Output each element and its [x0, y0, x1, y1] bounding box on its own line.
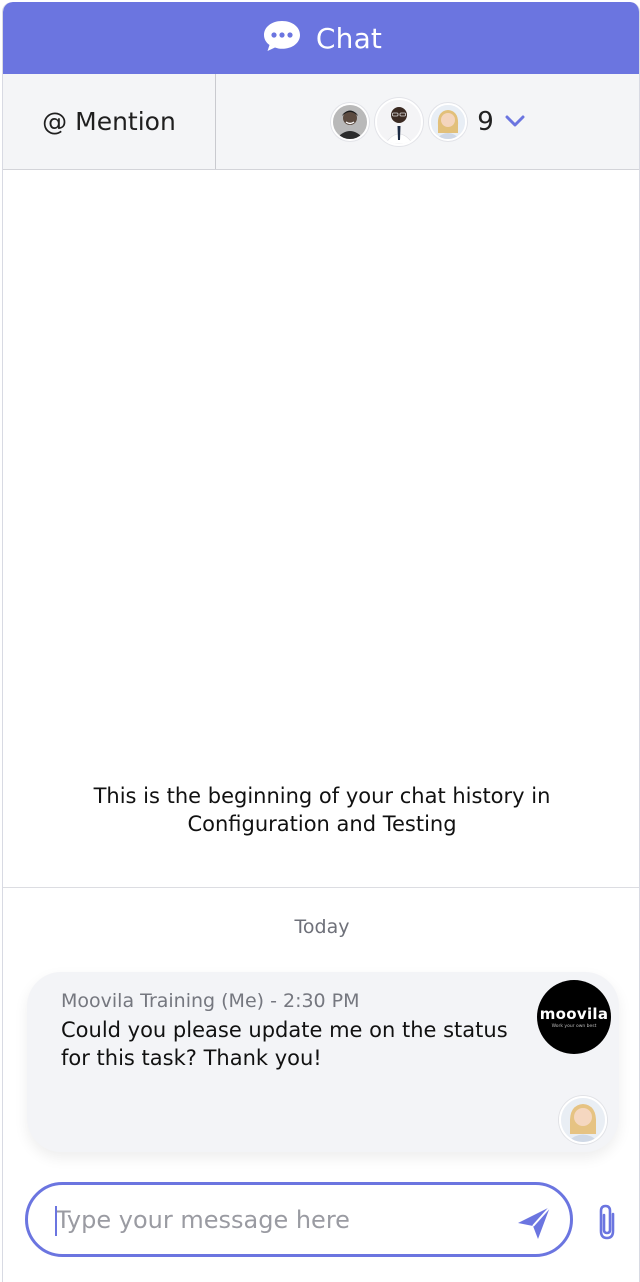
chevron-down-icon[interactable]: [504, 113, 526, 132]
chat-header: Chat: [3, 2, 639, 74]
participant-avatar: [429, 102, 468, 141]
message-meta: Moovila Training (Me) - 2:30 PM: [61, 990, 360, 1012]
message-composer: [25, 1182, 573, 1257]
paperclip-icon[interactable]: [593, 1202, 621, 1242]
send-icon[interactable]: [514, 1203, 554, 1243]
history-notice-line: Configuration and Testing: [187, 812, 457, 836]
read-receipt-avatar: [559, 1096, 607, 1144]
participants-dropdown[interactable]: 9: [216, 74, 639, 169]
chat-history-area: This is the beginning of your chat histo…: [3, 170, 639, 888]
moovila-logo-tagline: Work your own best: [551, 1024, 597, 1029]
message-body: Could you please update me on the status…: [61, 1018, 508, 1070]
message-bubble: Moovila Training (Me) - 2:30 PM Could yo…: [27, 972, 619, 1152]
text-caret: [55, 1206, 57, 1236]
chat-toolbar: @ Mention 9: [3, 74, 639, 170]
moovila-logo: moovila: [539, 1005, 609, 1023]
chat-title: Chat: [315, 21, 383, 55]
participant-count: 9: [477, 106, 494, 137]
date-divider: Today: [294, 916, 350, 938]
chat-bubble-icon: [262, 19, 302, 57]
message-input[interactable]: [56, 1205, 496, 1234]
chat-history-start-notice: This is the beginning of your chat histo…: [3, 782, 639, 838]
chat-panel: Chat @ Mention 9 This is the beginning o…: [2, 2, 640, 1282]
participant-avatar: [331, 102, 370, 141]
history-notice-line: This is the beginning of your chat histo…: [93, 784, 551, 808]
mention-button[interactable]: @ Mention: [3, 74, 216, 169]
participant-avatar: [375, 97, 424, 146]
sender-avatar: moovila Work your own best: [537, 980, 611, 1054]
